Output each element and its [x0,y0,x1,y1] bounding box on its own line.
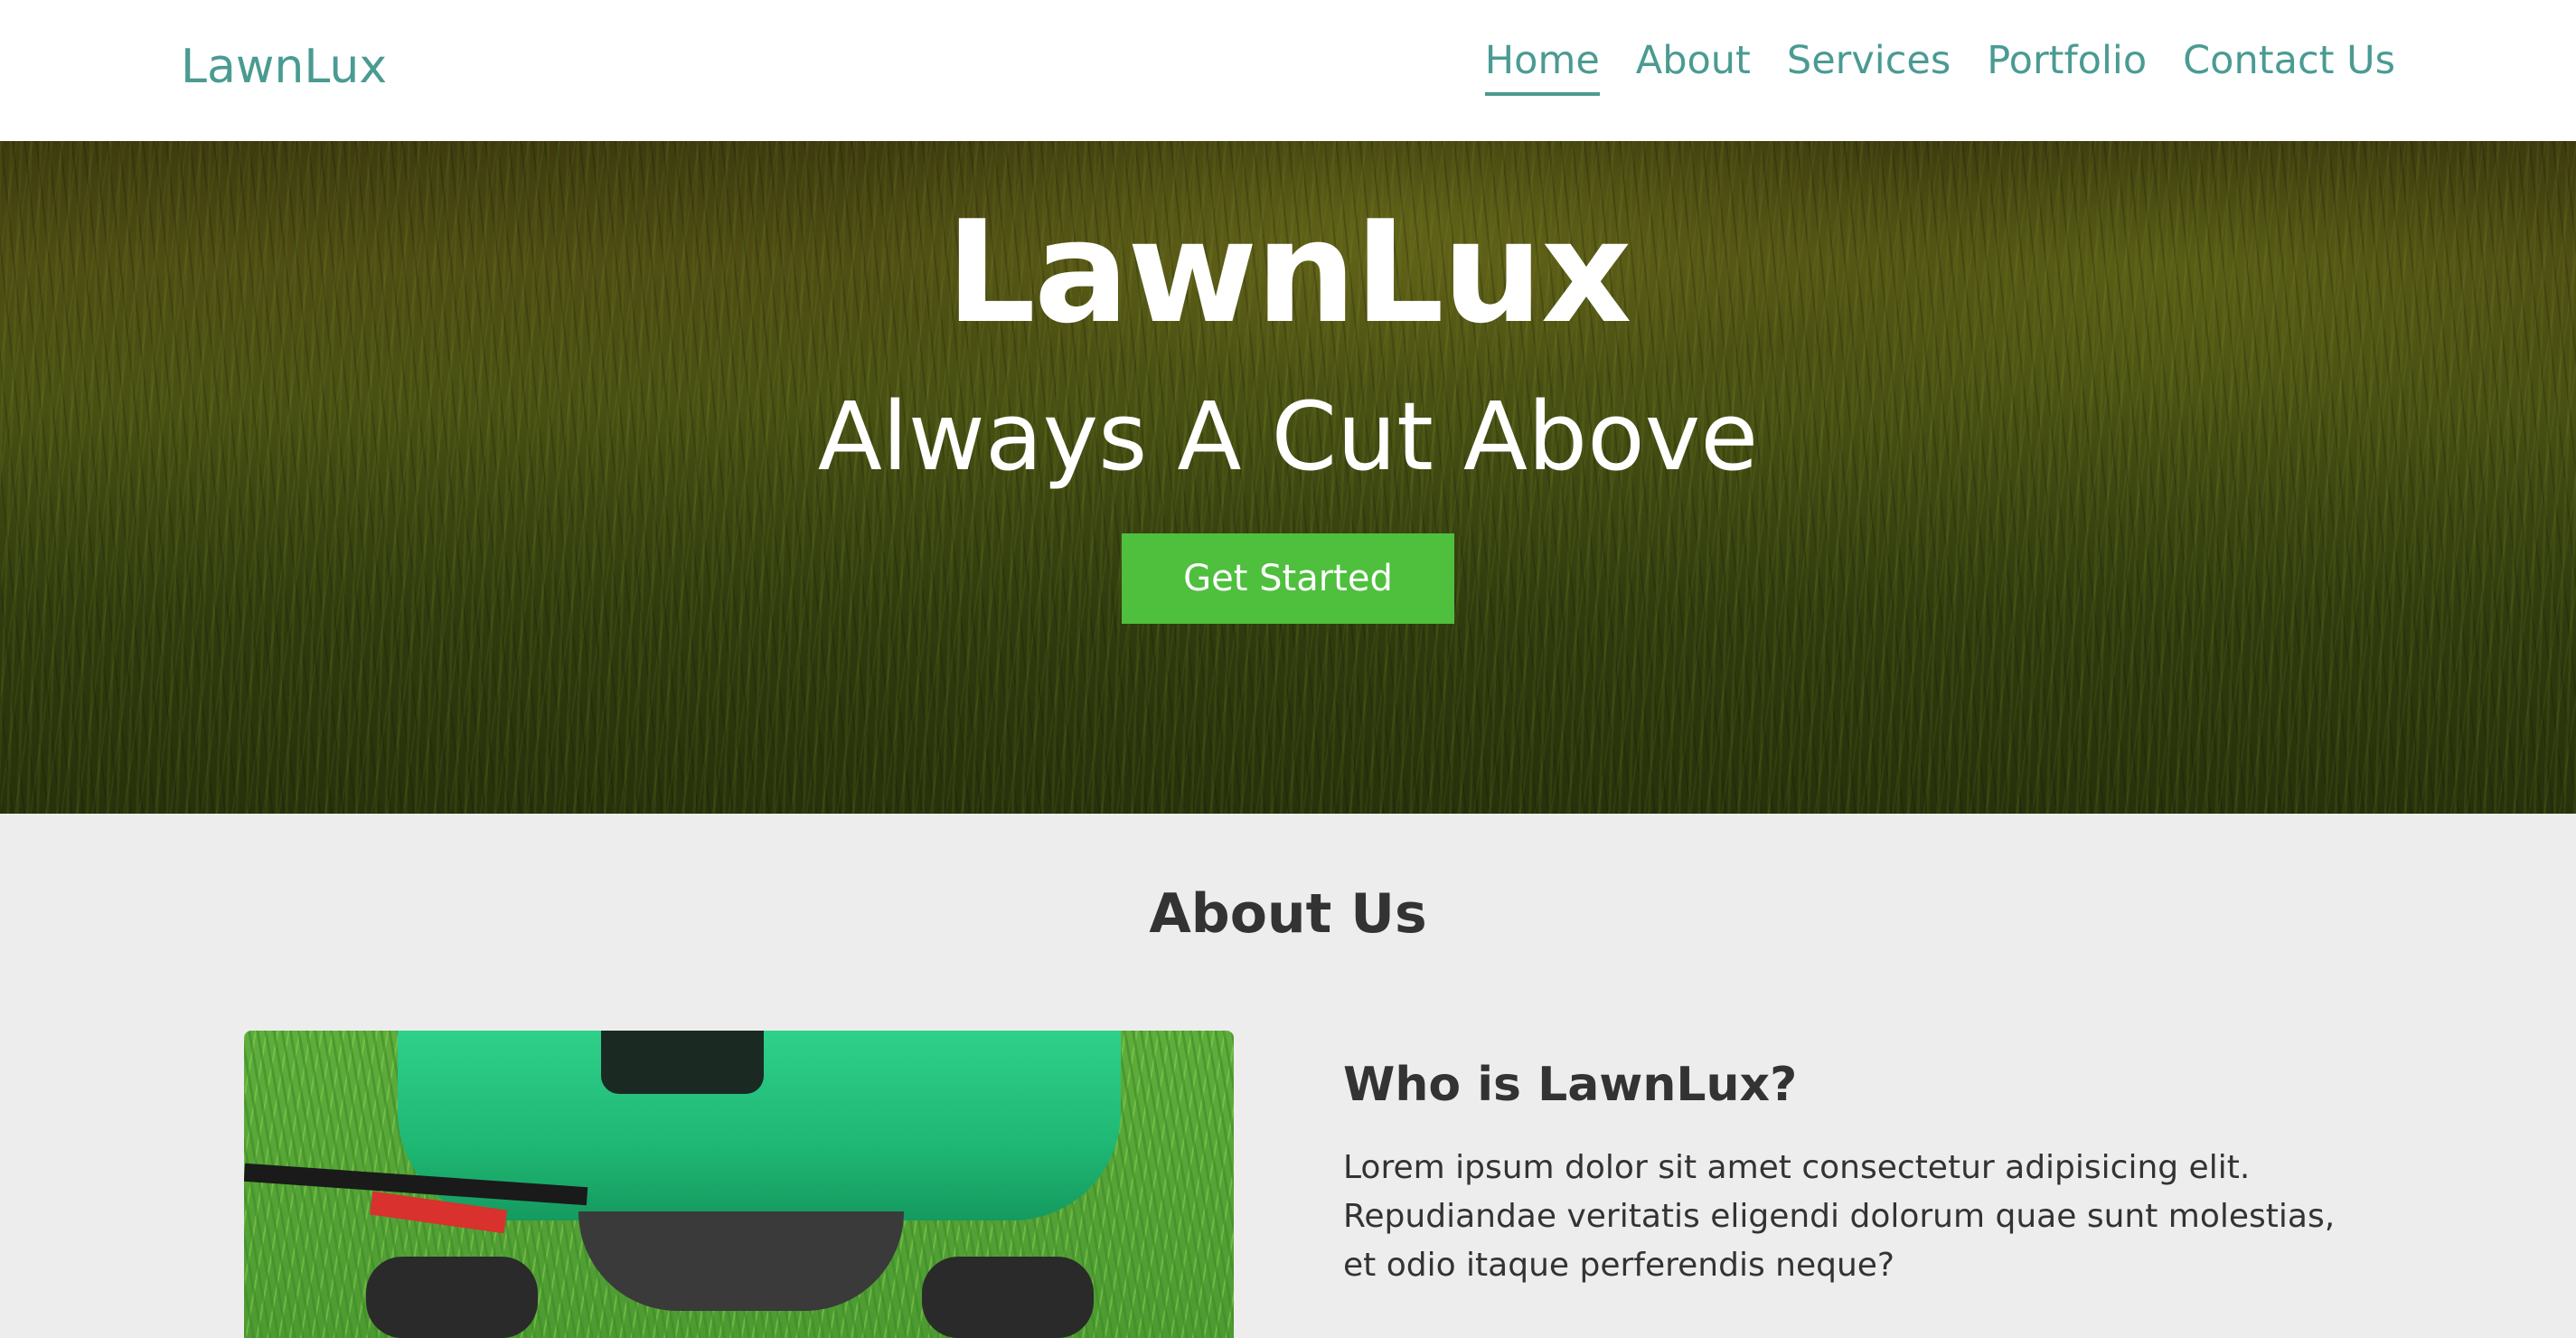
hero-section: LawnLux Always A Cut Above Get Started [0,141,2576,814]
get-started-button[interactable]: Get Started [1122,533,1454,624]
mower-skirt [578,1211,904,1311]
mower-wheel-right [922,1257,1094,1338]
hero-subtitle: Always A Cut Above [817,382,1759,492]
nav-link-about[interactable]: About [1636,38,1751,96]
nav-menu: Home About Services Portfolio Contact Us [1484,38,2395,96]
about-heading: About Us [1149,882,1427,946]
mower-panel [601,1031,764,1094]
nav-link-home[interactable]: Home [1484,38,1600,96]
who-paragraph: Lorem ipsum dolor sit amet consectetur a… [1343,1149,2336,1284]
brand-logo[interactable]: LawnLux [181,40,387,94]
lawn-mower-image [244,1031,1234,1338]
mower-wheel-left [366,1257,538,1338]
navbar: LawnLux Home About Services Portfolio Co… [0,0,2576,141]
hero-title: LawnLux [945,190,1632,354]
nav-link-portfolio[interactable]: Portfolio [1987,38,2147,96]
nav-link-contact[interactable]: Contact Us [2183,38,2395,96]
nav-link-services[interactable]: Services [1787,38,1951,96]
who-heading: Who is LawnLux? [1343,1058,1798,1112]
